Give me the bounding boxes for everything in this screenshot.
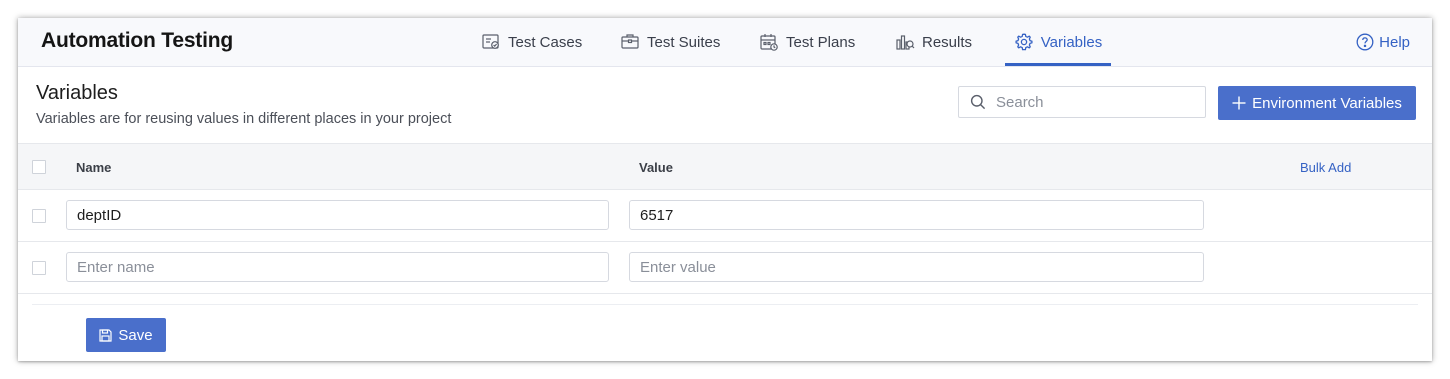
save-button[interactable]: Save bbox=[86, 318, 166, 352]
row-checkbox[interactable] bbox=[32, 261, 46, 275]
app-title: Automation Testing bbox=[41, 29, 233, 52]
add-environment-variables-button[interactable]: Environment Variables bbox=[1218, 86, 1416, 120]
test-cases-icon bbox=[482, 34, 499, 49]
table-row: deptID 6517 bbox=[18, 190, 1432, 242]
tab-label: Variables bbox=[1040, 33, 1103, 51]
row-checkbox[interactable] bbox=[32, 209, 46, 223]
bulk-add-link[interactable]: Bulk Add bbox=[1300, 160, 1351, 175]
column-header-value: Value bbox=[639, 160, 673, 175]
help-label: Help bbox=[1379, 33, 1410, 51]
table-header: Name Value Bulk Add bbox=[18, 143, 1432, 190]
new-value-field[interactable]: Enter value bbox=[629, 252, 1204, 282]
app-window: Automation Testing Test Cases Test Suite… bbox=[18, 18, 1432, 361]
tab-variables[interactable]: Variables bbox=[1005, 18, 1111, 66]
test-suites-icon bbox=[621, 34, 639, 49]
tab-test-suites[interactable]: Test Suites bbox=[620, 18, 720, 66]
tab-test-cases[interactable]: Test Cases bbox=[481, 18, 582, 66]
page-subtitle: Variables are for reusing values in diff… bbox=[36, 111, 452, 127]
search-box bbox=[958, 86, 1206, 118]
save-icon bbox=[99, 328, 112, 342]
help-icon bbox=[1356, 33, 1374, 51]
save-button-label: Save bbox=[118, 326, 153, 344]
tab-label: Test Suites bbox=[647, 33, 721, 51]
tab-label: Test Plans bbox=[786, 33, 856, 51]
gear-icon bbox=[1015, 33, 1033, 51]
test-plans-icon bbox=[760, 34, 778, 51]
variable-name-field[interactable]: deptID bbox=[66, 200, 609, 230]
tab-results[interactable]: Results bbox=[895, 18, 972, 66]
results-icon bbox=[896, 35, 915, 50]
env-button-label: Environment Variables bbox=[1252, 94, 1402, 112]
tab-label: Results bbox=[922, 33, 973, 51]
column-header-name: Name bbox=[76, 160, 112, 175]
help-link[interactable]: Help bbox=[1356, 18, 1410, 66]
divider bbox=[32, 304, 1418, 305]
search-input[interactable] bbox=[994, 92, 1198, 112]
table-row-new: Enter name Enter value bbox=[18, 242, 1432, 294]
new-name-field[interactable]: Enter name bbox=[66, 252, 609, 282]
plus-icon bbox=[1232, 96, 1246, 110]
top-nav-bar: Automation Testing Test Cases Test Suite… bbox=[18, 18, 1432, 67]
tab-test-plans[interactable]: Test Plans bbox=[759, 18, 855, 66]
variable-value-field[interactable]: 6517 bbox=[629, 200, 1204, 230]
select-all-checkbox[interactable] bbox=[32, 160, 46, 174]
search-icon bbox=[970, 94, 986, 110]
page-title: Variables bbox=[36, 82, 118, 104]
tab-label: Test Cases bbox=[508, 33, 583, 51]
